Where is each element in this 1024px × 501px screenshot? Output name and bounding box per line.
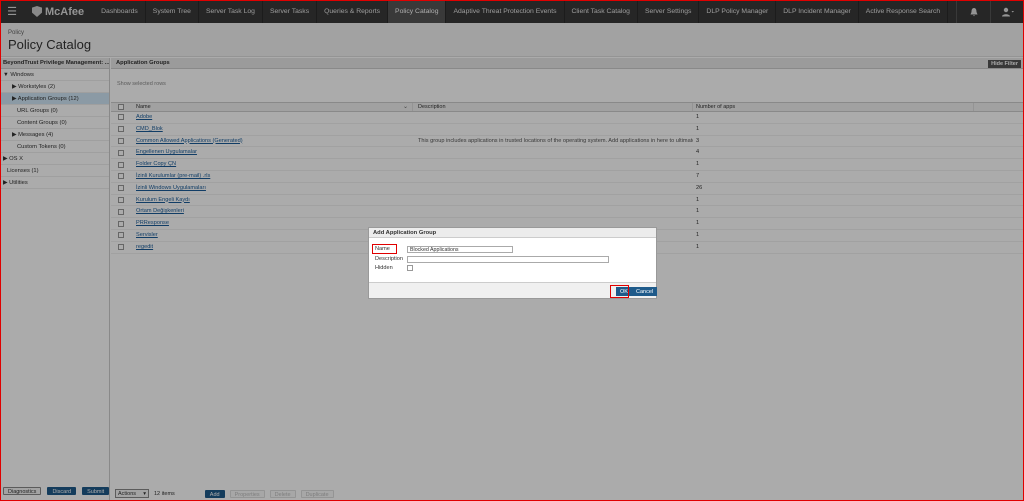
description-label: Description <box>375 256 403 262</box>
description-input[interactable] <box>407 256 609 263</box>
name-label-highlight <box>372 244 397 254</box>
add-application-group-dialog: Add Application Group Name Blocked Appli… <box>368 227 658 299</box>
hidden-label: Hidden <box>375 265 393 271</box>
dialog-title: Add Application Group <box>369 228 656 238</box>
dialog-footer: OK Cancel <box>369 282 658 298</box>
ok-button-highlight <box>610 285 629 298</box>
cancel-button[interactable]: Cancel <box>632 287 658 296</box>
hidden-checkbox[interactable] <box>407 265 413 271</box>
name-input[interactable]: Blocked Applications <box>407 246 513 253</box>
